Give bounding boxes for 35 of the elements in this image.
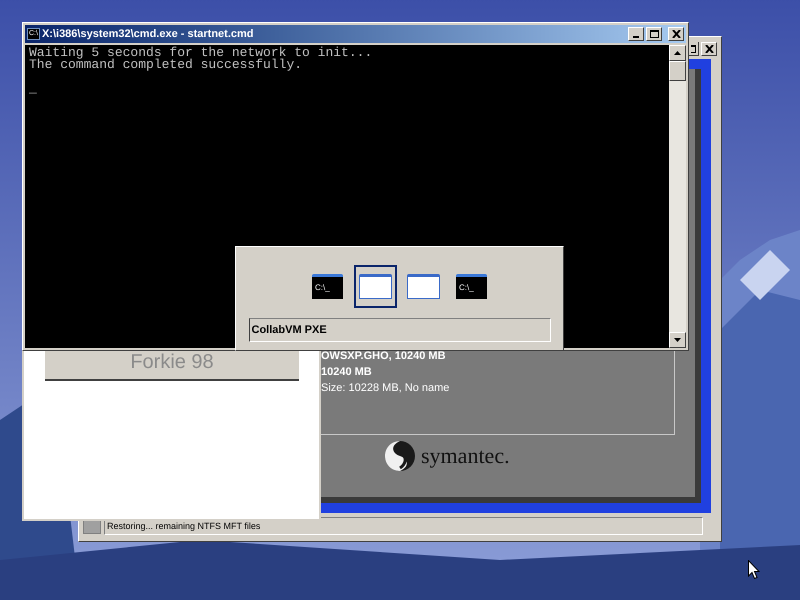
up-arrow-icon (674, 51, 681, 55)
down-arrow-icon (674, 338, 681, 342)
close-icon (704, 45, 714, 53)
switcher-item[interactable]: C:\_ (306, 265, 349, 308)
close-button[interactable] (701, 42, 717, 56)
status-text: Restoring... remaining NTFS MFT files (104, 517, 703, 535)
scroll-thumb[interactable] (669, 61, 686, 81)
console-window-icon: C:\_ (312, 274, 343, 299)
maximize-icon (650, 30, 658, 38)
switcher-item[interactable] (354, 265, 397, 308)
console-window-icon: C:\_ (456, 274, 487, 299)
window-icon (407, 274, 440, 299)
scroll-down-button[interactable] (669, 332, 686, 348)
logo-icon (383, 440, 417, 472)
close-button[interactable] (668, 27, 684, 41)
scroll-up-button[interactable] (669, 45, 686, 61)
partition-info-text: Size: 10228 MB, No name (321, 381, 450, 396)
close-icon (672, 30, 680, 38)
title-text: Forkie 98 (130, 350, 214, 374)
minimize-icon (633, 36, 639, 38)
maximize-icon (691, 44, 696, 52)
partition-info-text: 10240 MB (321, 365, 373, 380)
console-cursor: _ (29, 83, 37, 95)
cursor-icon (748, 560, 760, 580)
window-title: X:\i386\system32\cmd.exe - startnet.cmd (42, 26, 254, 42)
logo-text: symantec. (421, 442, 510, 470)
partition-info-text: OWSXP.GHO, 10240 MB (321, 349, 447, 364)
window-icon (359, 274, 392, 299)
console-line: The command completed successfully. (29, 59, 304, 71)
scrollbar[interactable] (669, 45, 686, 348)
console-line: Waiting 5 seconds for the network to init... (29, 47, 374, 59)
maximize-button[interactable] (689, 42, 699, 56)
minimize-button[interactable] (628, 27, 644, 41)
switcher-label: CollabVM PXE (248, 318, 550, 342)
switcher-item[interactable]: C:\_ (450, 265, 493, 308)
